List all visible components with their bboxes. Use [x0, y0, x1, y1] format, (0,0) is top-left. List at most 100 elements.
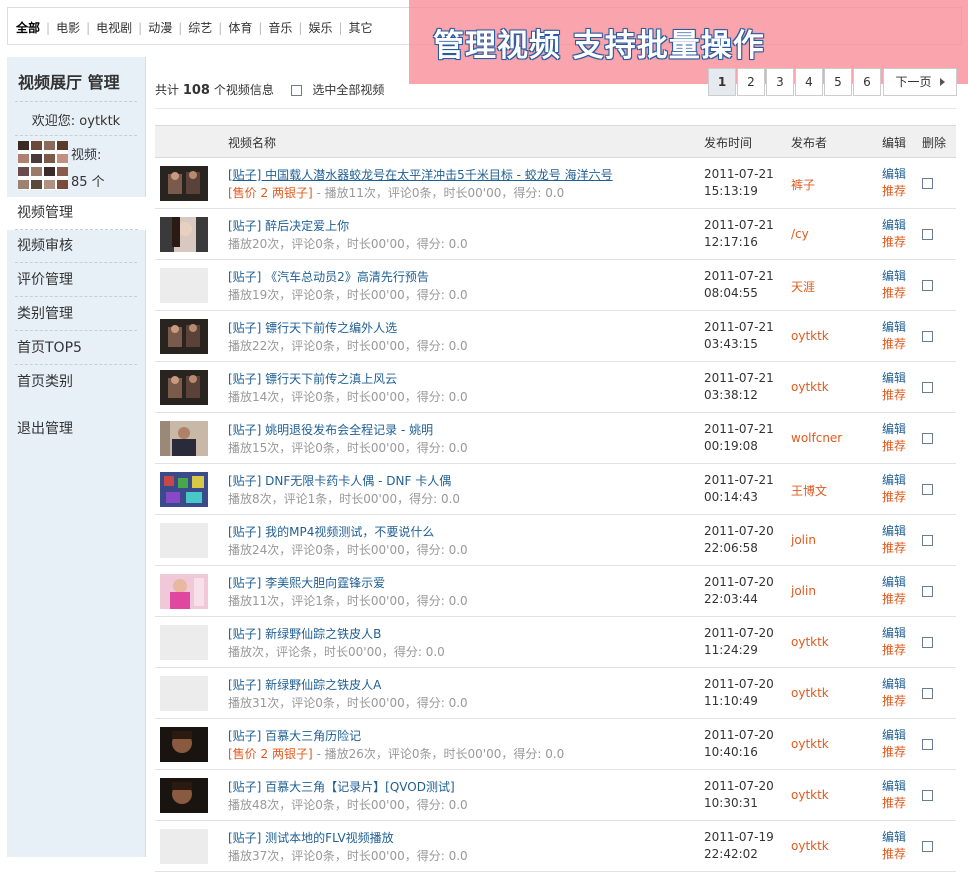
sidebar-item-4[interactable]: 首页TOP5: [7, 332, 145, 365]
recommend-link[interactable]: 推荐: [882, 744, 906, 761]
recommend-link[interactable]: 推荐: [882, 846, 906, 863]
delete-checkbox[interactable]: [922, 229, 933, 240]
category-link-5[interactable]: 体育: [228, 21, 252, 35]
author-link[interactable]: 裤子: [791, 176, 815, 193]
recommend-link[interactable]: 推荐: [882, 336, 906, 353]
delete-checkbox[interactable]: [922, 841, 933, 852]
author-link[interactable]: oytktk: [791, 635, 829, 649]
author-link[interactable]: /cy: [791, 227, 809, 241]
category-link-6[interactable]: 音乐: [268, 21, 292, 35]
edit-link[interactable]: 编辑: [882, 319, 906, 336]
edit-link[interactable]: 编辑: [882, 829, 906, 846]
delete-checkbox[interactable]: [922, 637, 933, 648]
author-link[interactable]: oytktk: [791, 839, 829, 853]
author-link[interactable]: jolin: [791, 584, 816, 598]
video-thumbnail[interactable]: [160, 676, 208, 711]
category-link-7[interactable]: 娱乐: [308, 21, 332, 35]
video-title-link[interactable]: [贴子] 百慕大三角历险记: [228, 727, 361, 744]
page-button-4[interactable]: 4: [795, 68, 823, 96]
edit-link[interactable]: 编辑: [882, 778, 906, 795]
video-thumbnail[interactable]: [160, 421, 208, 456]
video-title-link[interactable]: [贴子] 李美熙大胆向霆锋示爱: [228, 574, 385, 591]
edit-link[interactable]: 编辑: [882, 472, 906, 489]
edit-link[interactable]: 编辑: [882, 727, 906, 744]
video-thumbnail[interactable]: [160, 523, 208, 558]
delete-checkbox[interactable]: [922, 586, 933, 597]
video-thumbnail[interactable]: [160, 727, 208, 762]
next-page-button[interactable]: 下一页: [883, 68, 957, 96]
video-title-link[interactable]: [贴子] 我的MP4视频测试，不要说什么: [228, 523, 434, 540]
video-thumbnail[interactable]: [160, 625, 208, 660]
delete-checkbox[interactable]: [922, 790, 933, 801]
video-title-link[interactable]: [贴子] 中国载人潜水器蛟龙号在太平洋冲击5千米目标 - 蛟龙号 海洋六号: [228, 166, 613, 183]
video-thumbnail[interactable]: [160, 319, 208, 354]
sidebar-item-6[interactable]: 退出管理: [7, 413, 145, 446]
page-button-1[interactable]: 1: [708, 68, 736, 96]
video-title-link[interactable]: [贴子] 《汽车总动员2》高清先行预告: [228, 268, 429, 285]
recommend-link[interactable]: 推荐: [882, 591, 906, 608]
recommend-link[interactable]: 推荐: [882, 183, 906, 200]
author-link[interactable]: oytktk: [791, 380, 829, 394]
recommend-link[interactable]: 推荐: [882, 642, 906, 659]
video-thumbnail[interactable]: [160, 217, 208, 252]
delete-checkbox[interactable]: [922, 484, 933, 495]
author-link[interactable]: jolin: [791, 533, 816, 547]
author-link[interactable]: 天涯: [791, 278, 815, 295]
author-link[interactable]: oytktk: [791, 788, 829, 802]
recommend-link[interactable]: 推荐: [882, 234, 906, 251]
video-thumbnail[interactable]: [160, 370, 208, 405]
edit-link[interactable]: 编辑: [882, 217, 906, 234]
recommend-link[interactable]: 推荐: [882, 387, 906, 404]
sidebar-item-2[interactable]: 评价管理: [7, 264, 145, 297]
edit-link[interactable]: 编辑: [882, 268, 906, 285]
recommend-link[interactable]: 推荐: [882, 489, 906, 506]
author-link[interactable]: 王博文: [791, 482, 827, 499]
page-button-2[interactable]: 2: [737, 68, 765, 96]
edit-link[interactable]: 编辑: [882, 625, 906, 642]
video-thumbnail[interactable]: [160, 166, 208, 201]
category-link-1[interactable]: 电影: [56, 21, 80, 35]
recommend-link[interactable]: 推荐: [882, 693, 906, 710]
author-link[interactable]: oytktk: [791, 686, 829, 700]
video-thumbnail[interactable]: [160, 472, 208, 507]
delete-checkbox[interactable]: [922, 178, 933, 189]
edit-link[interactable]: 编辑: [882, 523, 906, 540]
delete-checkbox[interactable]: [922, 535, 933, 546]
author-link[interactable]: oytktk: [791, 329, 829, 343]
page-button-6[interactable]: 6: [853, 68, 881, 96]
video-thumbnail[interactable]: [160, 574, 208, 609]
author-link[interactable]: oytktk: [791, 737, 829, 751]
sidebar-item-0[interactable]: 视频管理: [7, 197, 146, 230]
video-thumbnail[interactable]: [160, 778, 208, 813]
recommend-link[interactable]: 推荐: [882, 795, 906, 812]
select-all-label[interactable]: 选中全部视频: [312, 83, 384, 97]
video-title-link[interactable]: [贴子] DNF无限卡药卡人偶 - DNF 卡人偶: [228, 472, 451, 489]
category-link-3[interactable]: 动漫: [148, 21, 172, 35]
delete-checkbox[interactable]: [922, 280, 933, 291]
video-thumbnail[interactable]: [160, 268, 208, 303]
category-link-0[interactable]: 全部: [16, 21, 40, 35]
sidebar-item-3[interactable]: 类别管理: [7, 298, 145, 331]
category-link-8[interactable]: 其它: [349, 21, 373, 35]
delete-checkbox[interactable]: [922, 382, 933, 393]
author-link[interactable]: wolfcner: [791, 431, 842, 445]
video-title-link[interactable]: [贴子] 新绿野仙踪之铁皮人B: [228, 625, 381, 642]
video-title-link[interactable]: [贴子] 百慕大三角【记录片】[QVOD测试]: [228, 778, 455, 795]
recommend-link[interactable]: 推荐: [882, 285, 906, 302]
video-title-link[interactable]: [贴子] 姚明退役发布会全程记录 - 姚明: [228, 421, 433, 438]
page-button-3[interactable]: 3: [766, 68, 794, 96]
sidebar-item-5[interactable]: 首页类别: [7, 366, 145, 399]
edit-link[interactable]: 编辑: [882, 574, 906, 591]
video-title-link[interactable]: [贴子] 测试本地的FLV视频播放: [228, 829, 394, 846]
delete-checkbox[interactable]: [922, 688, 933, 699]
video-title-link[interactable]: [贴子] 镖行天下前传之编外人选: [228, 319, 397, 336]
edit-link[interactable]: 编辑: [882, 421, 906, 438]
select-all-checkbox[interactable]: [291, 85, 303, 96]
category-link-2[interactable]: 电视剧: [96, 21, 132, 35]
recommend-link[interactable]: 推荐: [882, 540, 906, 557]
video-title-link[interactable]: [贴子] 醉后决定爱上你: [228, 217, 349, 234]
page-button-5[interactable]: 5: [824, 68, 852, 96]
delete-checkbox[interactable]: [922, 433, 933, 444]
delete-checkbox[interactable]: [922, 739, 933, 750]
edit-link[interactable]: 编辑: [882, 370, 906, 387]
